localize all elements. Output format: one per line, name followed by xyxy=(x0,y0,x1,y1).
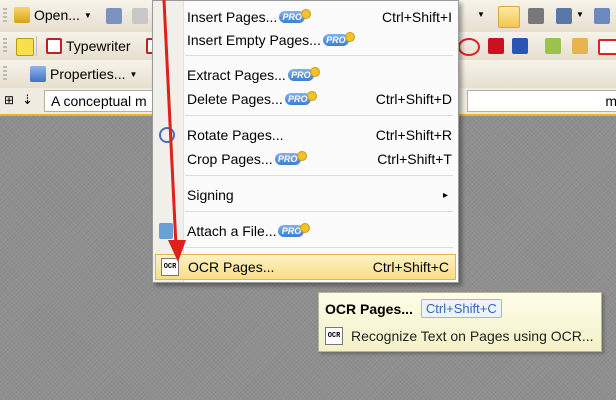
tooltip-title: OCR Pages... xyxy=(325,300,413,317)
arrow-shaft xyxy=(162,0,178,247)
arrow-head xyxy=(168,240,186,262)
tooltip-description: Recognize Text on Pages using OCR... xyxy=(351,328,594,344)
tooltip-shortcut: Ctrl+Shift+C xyxy=(420,299,502,318)
ocr-icon: OCR xyxy=(325,327,343,345)
ocr-tooltip: OCR Pages... Ctrl+Shift+C OCR Recognize … xyxy=(318,292,602,352)
